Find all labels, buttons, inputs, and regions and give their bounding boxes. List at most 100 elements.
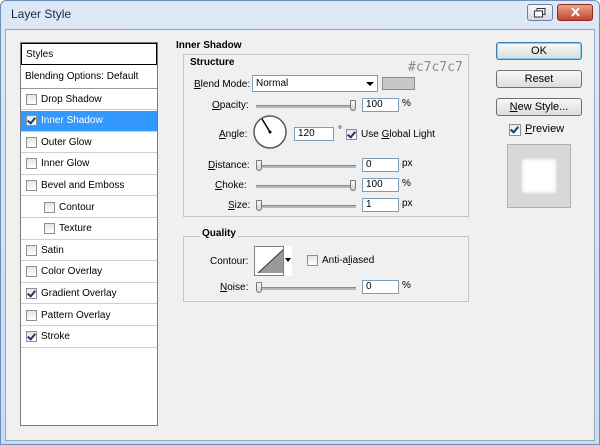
choke-slider[interactable] (256, 180, 356, 191)
blend-mode-value: Normal (256, 78, 289, 89)
styles-header[interactable]: Styles (21, 43, 157, 65)
style-item[interactable]: Stroke (21, 327, 157, 348)
style-item-checkbox[interactable] (26, 244, 37, 256)
opacity-thumb[interactable] (350, 100, 356, 111)
blend-mode-select[interactable]: Normal (252, 75, 378, 92)
use-global-light-label: Use Global Light (361, 129, 435, 140)
style-item[interactable]: Inner Shadow (21, 110, 157, 132)
size-unit: px (402, 198, 413, 209)
close-icon (571, 7, 580, 17)
close-button[interactable] (557, 4, 593, 21)
style-item[interactable]: Gradient Overlay (21, 283, 157, 305)
styles-list: Styles Blending Options: Default Drop Sh… (20, 42, 158, 426)
style-item-checkbox[interactable] (26, 331, 37, 343)
noise-track (256, 287, 356, 290)
style-item-checkbox[interactable] (26, 136, 37, 148)
angle-input[interactable]: 120 (294, 127, 334, 141)
noise-unit: % (402, 280, 411, 291)
noise-thumb[interactable] (256, 282, 262, 293)
shadow-color-swatch[interactable] (382, 77, 415, 90)
opacity-unit: % (402, 98, 411, 109)
preview-swatch (521, 158, 557, 194)
quality-title: Quality (200, 228, 238, 239)
style-item-label: Inner Shadow (41, 115, 103, 127)
style-item-checkbox[interactable] (26, 158, 37, 170)
distance-input[interactable]: 0 (362, 158, 399, 172)
distance-label: Distance: (208, 160, 250, 171)
anti-aliased-label: Anti-aliased (322, 255, 375, 266)
layer-style-window: Layer Style Styles Blending Options: Def… (0, 0, 600, 445)
new-style-button[interactable]: New Style... (496, 98, 582, 116)
style-item-checkbox[interactable] (44, 223, 55, 235)
contour-picker[interactable] (254, 246, 292, 276)
preview-thumbnail (507, 144, 571, 208)
ok-button[interactable]: OK (496, 42, 582, 60)
size-label: Size: (228, 200, 251, 211)
distance-thumb[interactable] (256, 160, 262, 171)
angle-dial[interactable] (252, 114, 288, 150)
style-item-label: Drop Shadow (41, 93, 102, 105)
chevron-down-icon (366, 82, 374, 86)
style-item-label: Color Overlay (41, 266, 103, 278)
anti-aliased-checkbox[interactable] (307, 255, 318, 266)
style-item-label: Pattern Overlay (41, 309, 111, 321)
chevron-down-icon (285, 258, 291, 262)
style-item[interactable]: Outer Glow (21, 132, 157, 154)
style-item-checkbox[interactable] (26, 115, 37, 127)
size-slider[interactable] (256, 200, 356, 211)
opacity-slider[interactable] (256, 100, 356, 111)
style-item-checkbox[interactable] (26, 309, 37, 321)
style-item[interactable]: Contour (21, 197, 157, 218)
panel-title: Inner Shadow (176, 40, 242, 51)
distance-slider[interactable] (256, 160, 356, 171)
blend-mode-label: Blend Mode: (194, 79, 251, 90)
style-item[interactable]: Color Overlay (21, 262, 157, 283)
opacity-track (256, 105, 356, 108)
style-item-label: Gradient Overlay (41, 287, 117, 299)
preview-checkbox[interactable] (509, 124, 521, 136)
choke-label: Choke: (215, 180, 247, 191)
dialog-body: Styles Blending Options: Default Drop Sh… (5, 29, 595, 441)
style-item[interactable]: Inner Glow (21, 154, 157, 175)
style-item[interactable]: Texture (21, 219, 157, 240)
contour-dropdown-button[interactable] (283, 246, 292, 276)
blending-options-item[interactable]: Blending Options: Default (21, 65, 157, 89)
choke-input[interactable]: 100 (362, 178, 399, 192)
noise-slider[interactable] (256, 282, 356, 293)
size-input[interactable]: 1 (362, 198, 399, 212)
use-global-light-checkbox[interactable] (346, 129, 357, 140)
restore-icon (534, 8, 546, 18)
style-item[interactable]: Satin (21, 240, 157, 262)
style-item-checkbox[interactable] (26, 93, 37, 105)
structure-title: Structure (190, 57, 235, 68)
noise-input[interactable]: 0 (362, 280, 399, 294)
style-item-label: Stroke (41, 331, 70, 343)
size-thumb[interactable] (256, 200, 262, 211)
style-item-label: Inner Glow (41, 158, 90, 170)
style-item[interactable]: Pattern Overlay (21, 305, 157, 326)
style-item-checkbox[interactable] (26, 266, 37, 278)
style-item[interactable]: Drop Shadow (21, 89, 157, 110)
opacity-input[interactable]: 100 (362, 98, 399, 112)
style-item-checkbox[interactable] (44, 201, 55, 213)
title-bar[interactable]: Layer Style (1, 1, 599, 28)
contour-curve-icon (257, 248, 285, 274)
choke-thumb[interactable] (350, 180, 356, 191)
restore-button[interactable] (527, 4, 553, 21)
style-item-label: Texture (59, 223, 92, 235)
noise-label: Noise: (220, 282, 249, 293)
angle-unit: ° (338, 125, 342, 136)
color-hex-note: #c7c7c7 (408, 60, 463, 75)
style-item-checkbox[interactable] (26, 287, 37, 299)
style-item-label: Bevel and Emboss (41, 179, 125, 191)
style-item-label: Outer Glow (41, 136, 92, 148)
style-item-checkbox[interactable] (26, 179, 37, 191)
style-item[interactable]: Bevel and Emboss (21, 175, 157, 197)
contour-label: Contour: (210, 256, 249, 267)
opacity-label: Opacity: (212, 100, 249, 111)
size-track (256, 205, 356, 208)
distance-unit: px (402, 158, 413, 169)
style-item-label: Satin (41, 244, 64, 256)
distance-track (256, 165, 356, 168)
reset-button[interactable]: Reset (496, 70, 582, 88)
